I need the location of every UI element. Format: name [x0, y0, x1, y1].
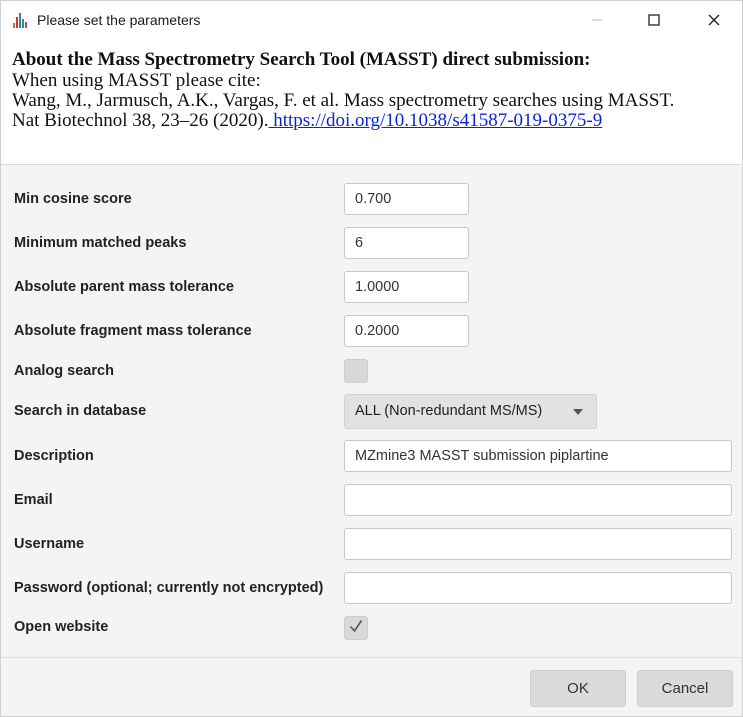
password-input[interactable]: [344, 572, 732, 604]
min-cosine-input[interactable]: [344, 183, 469, 215]
fragment-tolerance-input[interactable]: [344, 315, 469, 347]
ok-button[interactable]: OK: [530, 670, 626, 707]
parent-tolerance-label: Absolute parent mass tolerance: [14, 279, 234, 295]
description-input[interactable]: [344, 440, 732, 472]
cancel-button[interactable]: Cancel: [637, 670, 733, 707]
username-input[interactable]: [344, 528, 732, 560]
parameters-dialog: Please set the parameters About the Mass…: [0, 0, 743, 717]
chevron-down-icon: [573, 409, 583, 415]
citation-journal: Nat Biotechnol 38, 23–26 (2020). https:/…: [12, 111, 730, 131]
open-website-checkbox[interactable]: [344, 616, 368, 640]
checkmark-icon: [348, 618, 364, 639]
database-label: Search in database: [14, 403, 147, 419]
password-label: Password (optional; currently not encryp…: [14, 580, 324, 596]
about-title: About the Mass Spectrometry Search Tool …: [12, 49, 591, 70]
about-header: About the Mass Spectrometry Search Tool …: [1, 39, 742, 164]
close-button[interactable]: [691, 1, 737, 39]
database-select-value: ALL (Non-redundant MS/MS): [355, 403, 543, 419]
min-cosine-label: Min cosine score: [14, 191, 132, 207]
dialog-footer: OK Cancel: [1, 657, 742, 716]
email-input[interactable]: [344, 484, 732, 516]
analog-search-label: Analog search: [14, 363, 114, 379]
email-label: Email: [14, 492, 53, 508]
doi-link[interactable]: https://doi.org/10.1038/s41587-019-0375-…: [268, 110, 602, 131]
window-title: Please set the parameters: [37, 12, 201, 28]
open-website-label: Open website: [14, 619, 109, 635]
citation-intro: When using MASST please cite:: [12, 70, 261, 91]
min-peaks-label: Minimum matched peaks: [14, 235, 187, 251]
maximize-button[interactable]: [631, 1, 677, 39]
description-label: Description: [14, 448, 94, 464]
maximize-icon: [648, 14, 660, 26]
title-bar[interactable]: Please set the parameters: [1, 1, 742, 39]
database-select[interactable]: ALL (Non-redundant MS/MS): [344, 394, 597, 429]
minimize-button[interactable]: [574, 1, 620, 39]
spectrum-app-icon: [12, 11, 30, 29]
analog-search-checkbox[interactable]: [344, 359, 368, 383]
parent-tolerance-input[interactable]: [344, 271, 469, 303]
min-peaks-input[interactable]: [344, 227, 469, 259]
minimize-icon: [591, 14, 603, 26]
citation-authors: Wang, M., Jarmusch, A.K., Vargas, F. et …: [12, 90, 675, 111]
parameters-form: Min cosine score Minimum matched peaks A…: [1, 164, 742, 657]
username-label: Username: [14, 536, 85, 552]
citation-journal-text: Nat Biotechnol 38, 23–26 (2020).: [12, 110, 269, 131]
fragment-tolerance-label: Absolute fragment mass tolerance: [14, 323, 252, 339]
close-icon: [708, 14, 720, 26]
